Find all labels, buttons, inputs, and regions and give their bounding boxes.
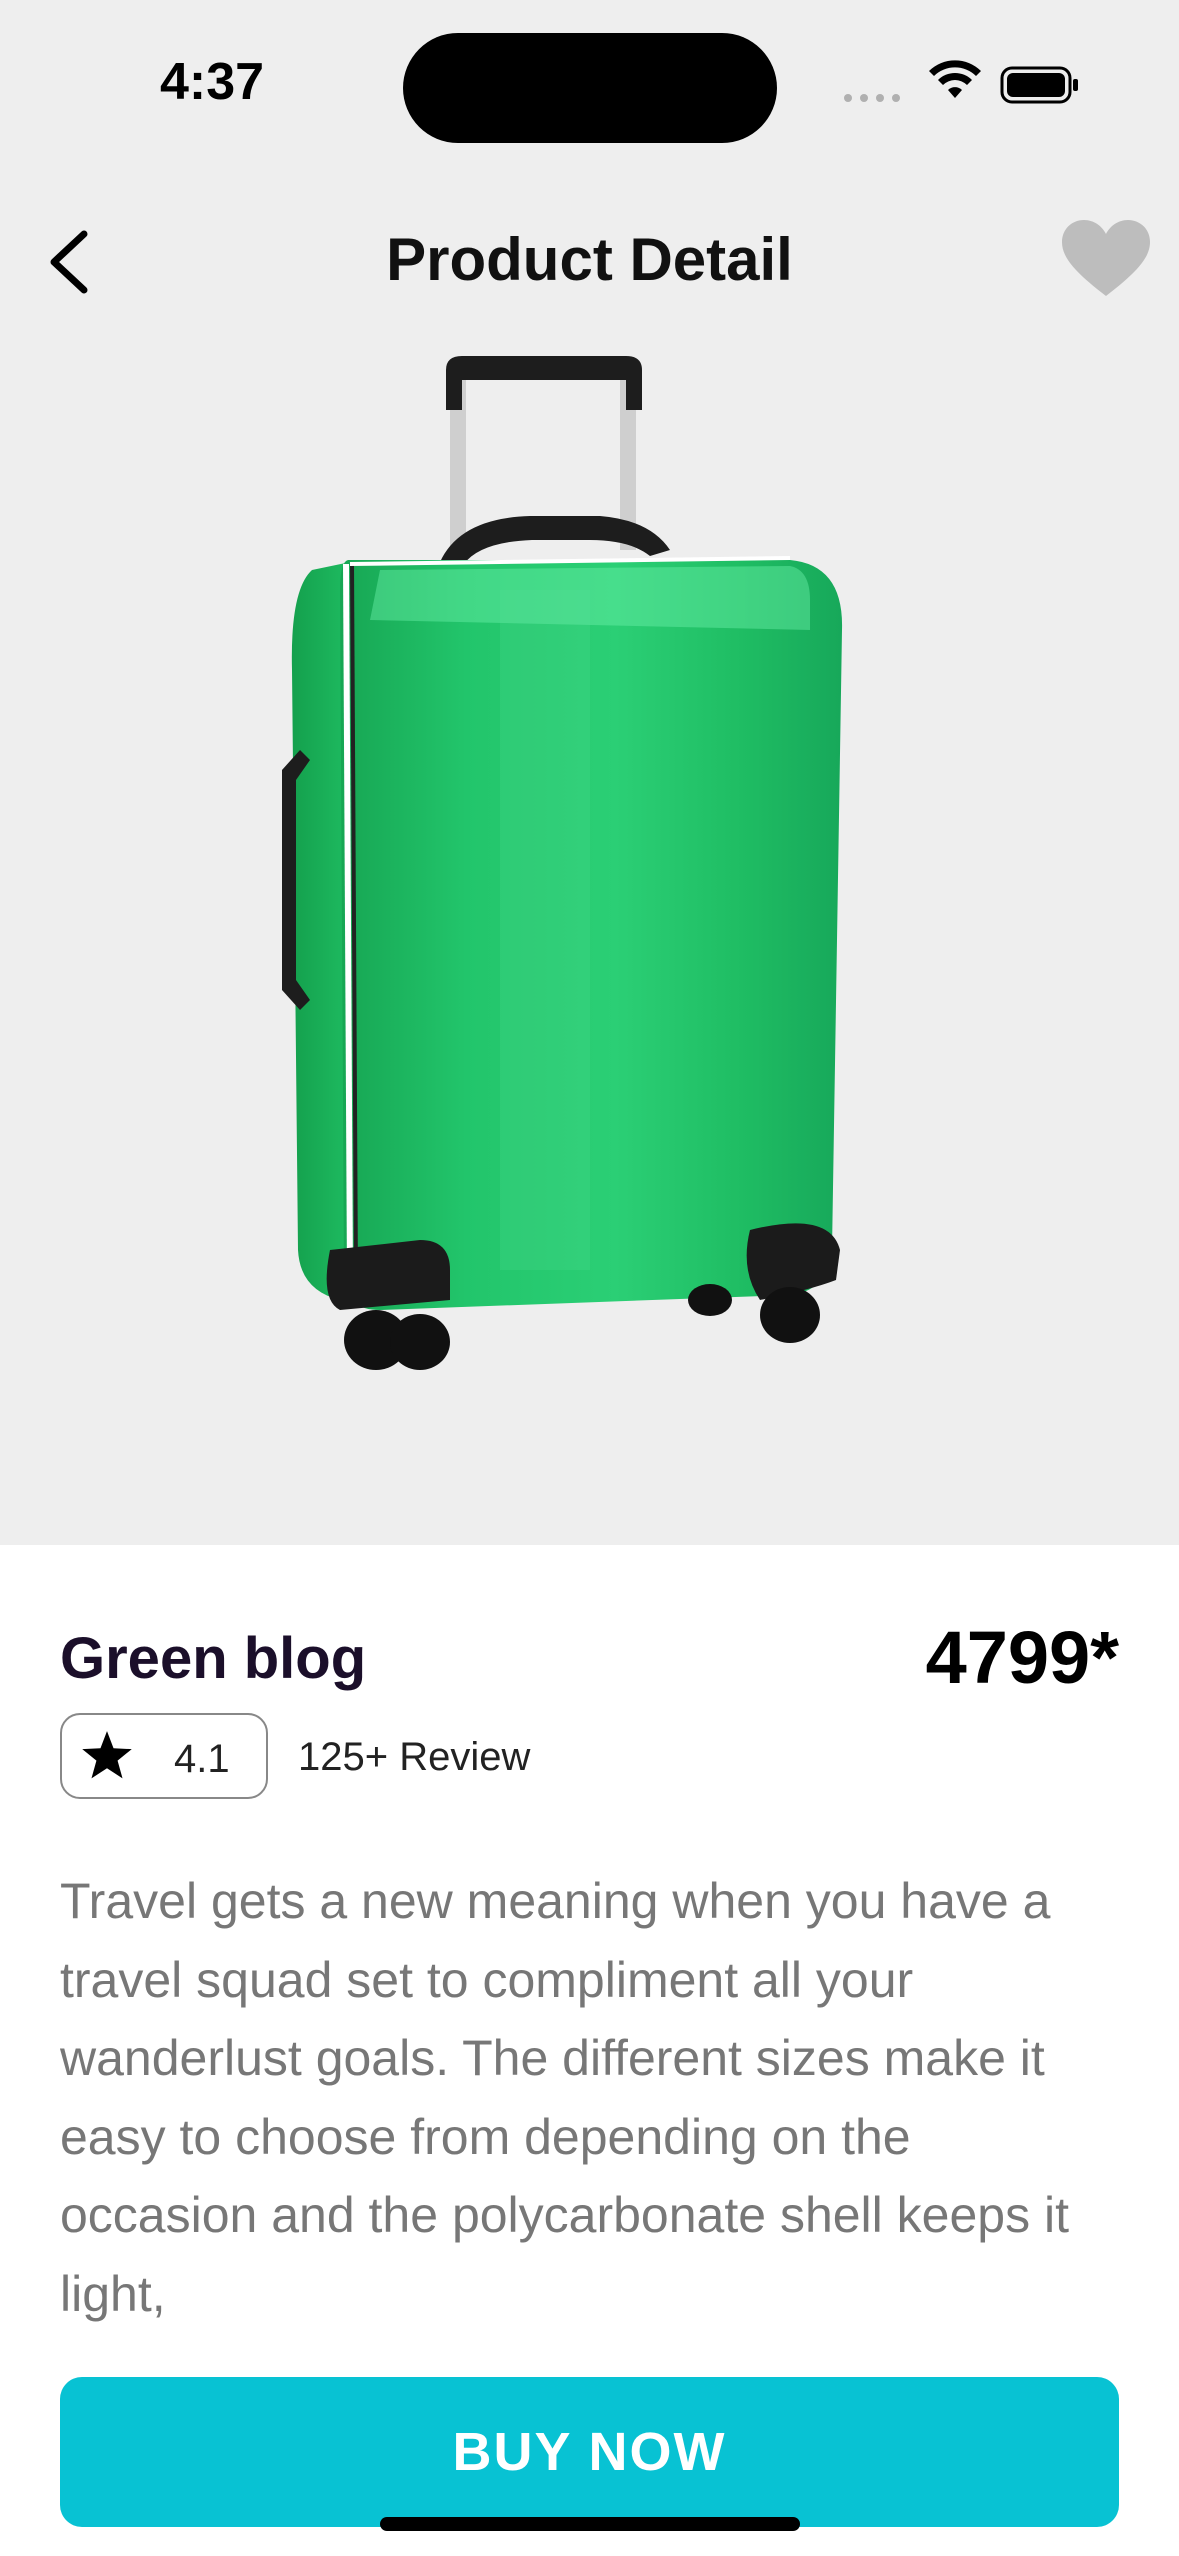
- dynamic-island: [403, 33, 777, 143]
- heart-icon: [1062, 220, 1150, 296]
- status-icons: [840, 60, 1080, 110]
- status-time: 4:37: [160, 53, 265, 111]
- star-icon: [82, 1731, 132, 1779]
- wifi-icon: [929, 60, 981, 98]
- product-image: [282, 356, 843, 1370]
- home-indicator: [380, 2517, 800, 2531]
- product-price: 4799*: [925, 1616, 1119, 1699]
- review-count[interactable]: 125+ Review: [298, 1735, 530, 1780]
- favorite-button[interactable]: [1062, 220, 1150, 300]
- buy-now-button[interactable]: BUY NOW: [60, 2377, 1119, 2527]
- battery-icon: [1000, 66, 1078, 104]
- page-title: Product Detail: [386, 226, 793, 293]
- product-description: Travel gets a new meaning when you have …: [60, 1873, 1069, 2322]
- rating-badge: 4.1: [60, 1713, 268, 1799]
- cellular-signal-icon: [844, 94, 900, 102]
- product-name: Green blog: [60, 1626, 367, 1691]
- rating-value: 4.1: [174, 1737, 230, 1781]
